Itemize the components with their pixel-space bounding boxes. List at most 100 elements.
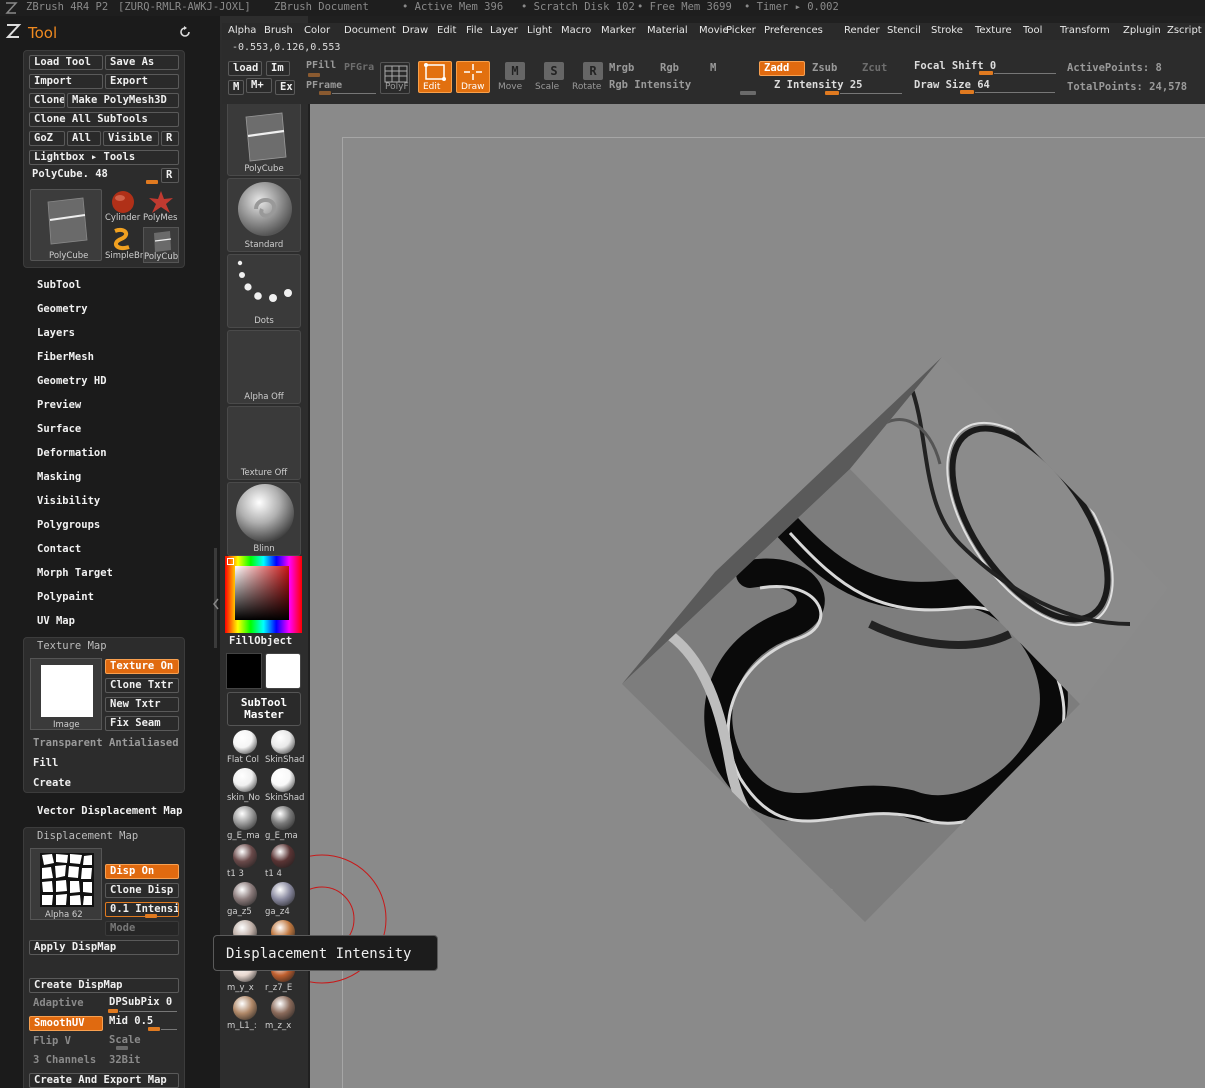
lightbox-tools-button[interactable]: Lightbox ▸ Tools [29,150,179,165]
disp-intensity-knob[interactable] [145,914,157,918]
rgb-button[interactable]: Rgb [660,62,679,74]
polycube-r-button[interactable]: R [161,168,179,183]
menu-zscript[interactable]: Zscript [1167,25,1202,36]
menu-stroke[interactable]: Stroke [931,25,963,36]
fill-button[interactable]: Fill [33,757,58,769]
cylinder-tool-thumb[interactable]: Cylinder [105,189,141,225]
clone-txtr-button[interactable]: Clone Txtr [105,678,179,693]
goz-all-button[interactable]: All [67,131,101,146]
menu-material[interactable]: Material [647,25,688,36]
m-material-button[interactable]: M [710,62,716,74]
menu-uv-map[interactable]: UV Map [37,615,75,627]
color-picker[interactable] [225,556,302,633]
32bit-toggle[interactable]: 32Bit [109,1054,141,1066]
material-sphere[interactable] [233,730,257,754]
smoothuv-button[interactable]: SmoothUV [29,1016,103,1031]
pframe-slider[interactable]: PFrame [306,80,342,91]
make-polymesh3d-button[interactable]: Make PolyMesh3D [67,93,179,108]
menu-transform[interactable]: Transform [1060,25,1110,36]
z-intensity-knob[interactable] [825,91,839,95]
draw-size-knob[interactable] [960,90,974,94]
menu-brush[interactable]: Brush [264,25,293,36]
menu-fibermesh[interactable]: FiberMesh [37,351,94,363]
im-button[interactable]: Im [266,61,290,76]
channels-toggle[interactable]: 3 Channels [33,1054,96,1066]
goz-visible-button[interactable]: Visible [103,131,159,146]
menu-visibility[interactable]: Visibility [37,495,100,507]
menu-layer[interactable]: Layer [490,25,518,36]
texture-slot[interactable]: Texture Off [227,406,301,480]
clone-all-subtools-button[interactable]: Clone All SubTools [29,112,179,127]
material-sphere[interactable] [233,806,257,830]
pfgra-slider[interactable]: PFGra [344,62,374,73]
menu-edit[interactable]: Edit [437,25,456,36]
menu-macro[interactable]: Macro [561,25,591,36]
menu-deformation[interactable]: Deformation [37,447,107,459]
pframe-knob[interactable] [319,91,331,95]
alpha-slot[interactable]: Alpha Off [227,330,301,404]
material-sphere[interactable] [271,806,295,830]
mode-button[interactable]: Mode [105,921,179,936]
menu-movie[interactable]: Movie [699,25,729,36]
palette-divider-grip[interactable] [212,548,220,648]
menu-subtool[interactable]: SubTool [37,279,81,291]
transparent-toggle[interactable]: Transparent [33,737,103,749]
simplebrush-tool-thumb[interactable]: SimpleBr [105,227,143,263]
menu-polypaint[interactable]: Polypaint [37,591,94,603]
export-button[interactable]: Export [105,74,179,89]
polycube-slider[interactable]: PolyCube. 48 [32,168,108,180]
material-sphere[interactable] [233,996,257,1020]
save-as-button[interactable]: Save As [105,55,179,70]
material-sphere[interactable] [233,844,257,868]
m-button[interactable]: M [228,80,244,95]
menu-contact[interactable]: Contact [37,543,81,555]
polycube2-tool-thumb[interactable]: PolyCub [143,227,179,263]
pfill-knob[interactable] [308,73,320,77]
mid-slider[interactable]: Mid 0.5 [109,1015,153,1027]
menu-texture[interactable]: Texture [975,25,1012,36]
new-txtr-button[interactable]: New Txtr [105,697,179,712]
scale-slider[interactable]: Scale [109,1034,141,1046]
rgb-intensity-slider[interactable]: Rgb Intensity [609,79,691,91]
menu-morph-target[interactable]: Morph Target [37,567,113,579]
goz-button[interactable]: GoZ [29,131,65,146]
material-sphere[interactable] [271,730,295,754]
main-color-swatch[interactable] [265,653,301,689]
clone-disp-button[interactable]: Clone Disp [105,883,179,898]
refresh-icon[interactable] [178,25,192,39]
disp-intensity-slider[interactable]: 0.1 Intensity [105,902,179,917]
fill-object-button[interactable]: FillObject [229,635,292,647]
mid-knob[interactable] [148,1027,160,1031]
flip-v-toggle[interactable]: Flip V [33,1035,71,1047]
dpsubpix-slider[interactable]: DPSubPix 0 [109,996,172,1008]
fix-seam-button[interactable]: Fix Seam [105,716,179,731]
menu-marker[interactable]: Marker [601,25,636,36]
zsub-button[interactable]: Zsub [812,62,837,74]
ex-button[interactable]: Ex [275,80,295,95]
mrgb-button[interactable]: Mrgb [609,62,634,74]
tool-slot[interactable]: PolyCube [227,102,301,176]
import-button[interactable]: Import [29,74,103,89]
menu-geometry-hd[interactable]: Geometry HD [37,375,107,387]
draw-size-slider[interactable]: Draw Size 64 [914,79,990,91]
menu-polygroups[interactable]: Polygroups [37,519,100,531]
material-slot[interactable]: Blinn [227,482,301,556]
menu-picker[interactable]: Picker [726,25,756,36]
zcut-button[interactable]: Zcut [862,62,887,74]
adaptive-toggle[interactable]: Adaptive [33,997,84,1009]
disp-on-button[interactable]: Disp On [105,864,179,879]
focal-shift-knob[interactable] [979,71,993,75]
goz-r-button[interactable]: R [161,131,179,146]
polycube-slider-knob[interactable] [146,180,158,184]
menu-document[interactable]: Document [344,25,396,36]
polycube-model[interactable] [310,104,1205,1088]
m-plus-button[interactable]: M+ [246,78,272,93]
menu-tool[interactable]: Tool [1023,25,1042,36]
texture-image-thumb[interactable]: Image [30,658,102,730]
material-sphere[interactable] [271,882,295,906]
zadd-button[interactable]: Zadd [759,61,805,76]
load-button[interactable]: load [228,61,262,76]
create-button[interactable]: Create [33,777,71,789]
create-dispmap-button[interactable]: Create DispMap [29,978,179,993]
menu-render[interactable]: Render [844,25,880,36]
